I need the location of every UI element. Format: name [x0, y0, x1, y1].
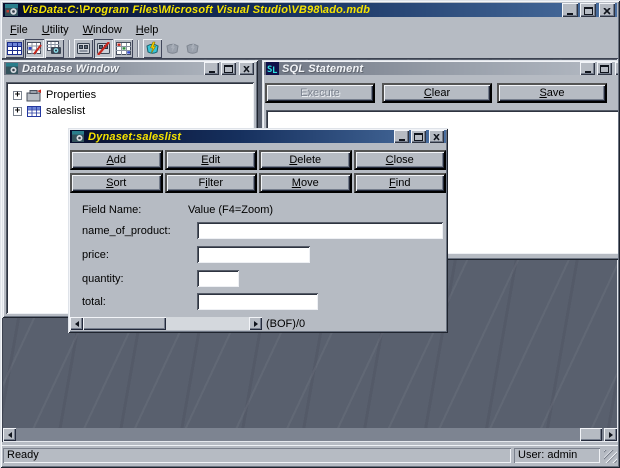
table-icon — [26, 105, 42, 118]
price-input[interactable] — [197, 246, 310, 263]
quantity-input[interactable] — [197, 270, 239, 287]
field-label-quantity: quantity: — [82, 273, 124, 285]
menu-utility[interactable]: Utility — [35, 23, 76, 38]
snapshot-type-recordset-button[interactable] — [45, 38, 64, 58]
menu-help[interactable]: Help — [129, 23, 166, 38]
scroll-left-arrow[interactable] — [3, 428, 16, 441]
sql-window-titlebar[interactable]: SL SQL Statement — [264, 62, 618, 75]
commit-transaction-button[interactable] — [183, 38, 202, 58]
maximize-button[interactable] — [597, 62, 612, 75]
statusbar: Ready User: admin — [2, 445, 618, 464]
no-data-control-icon — [96, 41, 111, 55]
close-button[interactable] — [615, 62, 618, 75]
add-button[interactable]: Add — [70, 150, 163, 170]
expand-icon[interactable]: + — [13, 106, 22, 116]
sort-button[interactable]: Sort — [70, 173, 163, 193]
scroll-right-arrow[interactable] — [249, 317, 262, 330]
record-scrollbar[interactable] — [70, 317, 262, 330]
move-button[interactable]: Move — [259, 173, 352, 193]
toolbar-separator — [68, 39, 70, 57]
begin-transaction-button[interactable] — [143, 38, 162, 58]
database-window-titlebar[interactable]: Database Window — [4, 62, 256, 75]
table-grid-icon — [7, 41, 22, 55]
close-button[interactable] — [429, 130, 444, 143]
field-label-total: total: — [82, 296, 106, 308]
delete-button[interactable]: Delete — [259, 150, 352, 170]
maximize-button[interactable] — [411, 130, 426, 143]
rollback-transaction-icon — [165, 41, 180, 55]
commit-transaction-icon — [185, 41, 200, 55]
dynaset-dialog: Dynaset:saleslist Add Edit Delete Close … — [68, 128, 448, 333]
minimize-button[interactable] — [394, 130, 409, 143]
record-status-label: (BOF)/0 — [266, 318, 306, 330]
resize-grip[interactable] — [604, 450, 617, 463]
field-label-price: price: — [82, 249, 109, 261]
clear-button[interactable]: Clear — [382, 83, 492, 103]
execute-button[interactable]: Execute — [265, 83, 375, 103]
main-titlebar[interactable]: VisData:C:\Program Files\Microsoft Visua… — [3, 3, 617, 17]
rollback-transaction-button[interactable] — [163, 38, 182, 58]
minimize-button[interactable] — [562, 3, 578, 17]
dont-use-data-control-button[interactable] — [94, 38, 113, 58]
toolbar — [3, 38, 617, 58]
scroll-right-arrow[interactable] — [604, 428, 617, 441]
menu-window[interactable]: Window — [76, 23, 129, 38]
menubar: File Utility Window Help — [3, 22, 617, 38]
dbgrid-icon — [116, 41, 131, 55]
scroll-left-arrow[interactable] — [70, 317, 83, 330]
field-name-header: Field Name: — [82, 204, 142, 216]
database-window-icon — [6, 62, 19, 75]
total-input[interactable] — [197, 293, 318, 310]
dynaset-button-grid: Add Edit Delete Close Sort Fi lter Move F… — [70, 150, 446, 193]
mdi-horizontal-scrollbar[interactable] — [3, 428, 617, 441]
record-scrollbar-thumb[interactable] — [83, 317, 166, 330]
mdi-scrollbar-thumb[interactable] — [580, 428, 602, 441]
maximize-button[interactable] — [580, 3, 596, 17]
find-button[interactable]: Find — [353, 173, 446, 193]
begin-transaction-icon — [145, 41, 160, 55]
close-button[interactable] — [599, 3, 615, 17]
minimize-button[interactable] — [204, 62, 219, 75]
edit-button[interactable]: Edit — [164, 150, 257, 170]
tree-item-label: saleslist — [46, 105, 86, 117]
tree-item-saleslist[interactable]: + saleslist — [13, 103, 252, 119]
status-message: Ready — [3, 448, 511, 463]
use-dbgrid-control-button[interactable] — [114, 38, 133, 58]
dynaset-window-icon — [72, 130, 85, 143]
expand-icon[interactable]: + — [13, 90, 22, 100]
use-data-control-on-form-button[interactable] — [74, 38, 93, 58]
dynaset-title: Dynaset:saleslist — [88, 130, 182, 143]
visdata-app-icon — [5, 3, 19, 17]
tree-item-properties[interactable]: + Properties — [13, 87, 252, 103]
save-button[interactable]: Save — [497, 83, 607, 103]
filter-button[interactable]: Fi lter — [164, 173, 257, 193]
menu-file[interactable]: File — [3, 23, 35, 38]
sql-window-title: SQL Statement — [282, 62, 364, 75]
database-window-title: Database Window — [22, 62, 120, 75]
name-of-product-input[interactable] — [197, 222, 443, 239]
toolbar-separator — [137, 39, 139, 57]
dynaset-grid-icon — [27, 41, 42, 55]
data-control-icon — [76, 42, 91, 55]
main-window-title: VisData:C:\Program Files\Microsoft Visua… — [22, 4, 371, 16]
snapshot-camera-icon — [47, 41, 62, 55]
mdi-client-area: Database Window + Properties + saleslist… — [2, 58, 618, 442]
status-user: User: admin — [514, 448, 600, 463]
properties-icon — [26, 89, 42, 102]
minimize-button[interactable] — [580, 62, 595, 75]
sql-icon: SL — [266, 62, 279, 75]
visdata-main-window: VisData:C:\Program Files\Microsoft Visua… — [0, 0, 620, 468]
dynaset-type-recordset-button[interactable] — [25, 38, 44, 58]
dynaset-titlebar[interactable]: Dynaset:saleslist — [70, 130, 446, 143]
tree-item-label: Properties — [46, 89, 97, 101]
field-label-name-of-product: name_of_product: — [82, 225, 171, 237]
table-type-recordset-button[interactable] — [5, 38, 24, 58]
maximize-button[interactable] — [221, 62, 236, 75]
value-header: Value (F4=Zoom) — [188, 204, 274, 216]
close-button[interactable] — [239, 62, 254, 75]
close-record-button[interactable]: Close — [353, 150, 446, 170]
svg-text:L: L — [272, 66, 278, 75]
